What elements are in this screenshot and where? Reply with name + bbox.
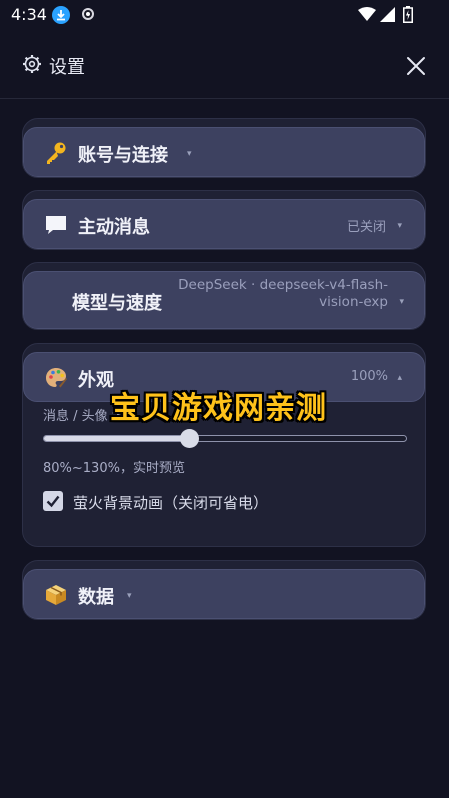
wifi-icon <box>358 7 376 21</box>
size-slider[interactable] <box>43 429 407 448</box>
chevron-down-icon: ▾ <box>397 221 402 231</box>
messages-title: 主动消息 <box>78 217 150 238</box>
size-slider-fill <box>44 436 189 441</box>
data-summary[interactable]: 数据 ▾ <box>23 569 425 619</box>
chevron-up-icon: ▴ <box>397 373 402 383</box>
model-status: DeepSeek · deepseek-v4-flash-vision-exp <box>178 277 388 310</box>
download-icon <box>52 6 70 24</box>
package-icon <box>46 585 66 605</box>
watermark-overlay: 宝贝游戏网亲测 <box>110 391 327 426</box>
account-summary[interactable]: 账号与连接 ▾ <box>23 127 425 177</box>
appearance-title: 外观 <box>78 370 114 391</box>
model-summary[interactable]: 模型与速度 DeepSeek · deepseek-v4-flash-visio… <box>23 271 425 329</box>
section-data: 数据 ▾ <box>22 560 426 620</box>
section-model: 模型与速度 DeepSeek · deepseek-v4-flash-visio… <box>22 262 426 330</box>
palette-icon <box>46 368 67 388</box>
settings-header: 设置 <box>0 30 449 99</box>
signal-icon <box>380 7 395 22</box>
account-title: 账号与连接 <box>78 145 168 166</box>
chevron-down-icon: ▾ <box>187 149 192 159</box>
messages-status: 已关闭 <box>346 220 386 235</box>
gear-icon <box>23 55 41 73</box>
firefly-animation-label: 萤火背景动画（关闭可省电） <box>73 494 269 512</box>
size-slider-thumb[interactable] <box>179 429 199 448</box>
chevron-down-icon: ▾ <box>399 297 404 307</box>
status-time: 4:34 <box>11 5 47 24</box>
page-title: 设置 <box>49 57 85 78</box>
chevron-down-icon: ▾ <box>127 591 132 601</box>
size-hint: 80%~130%，实时预览 <box>43 461 185 476</box>
messages-summary[interactable]: 主动消息 已关闭 ▾ <box>23 199 425 249</box>
speech-bubble-icon <box>46 216 66 234</box>
appearance-status: 100% <box>350 369 388 384</box>
battery-icon <box>403 6 413 23</box>
close-icon[interactable] <box>404 54 428 78</box>
status-bar: 4:34 <box>0 0 449 30</box>
record-icon <box>82 8 94 20</box>
model-title: 模型与速度 <box>72 293 162 314</box>
section-appearance: 外观 100% ▴ 消息 / 头像 大小 80%~130%，实时预览 萤火背景动… <box>22 343 426 547</box>
firefly-animation-checkbox[interactable] <box>43 491 63 511</box>
key-icon <box>47 142 66 164</box>
section-account: 账号与连接 ▾ <box>22 118 426 178</box>
section-messages: 主动消息 已关闭 ▾ <box>22 190 426 250</box>
data-title: 数据 <box>78 587 114 608</box>
